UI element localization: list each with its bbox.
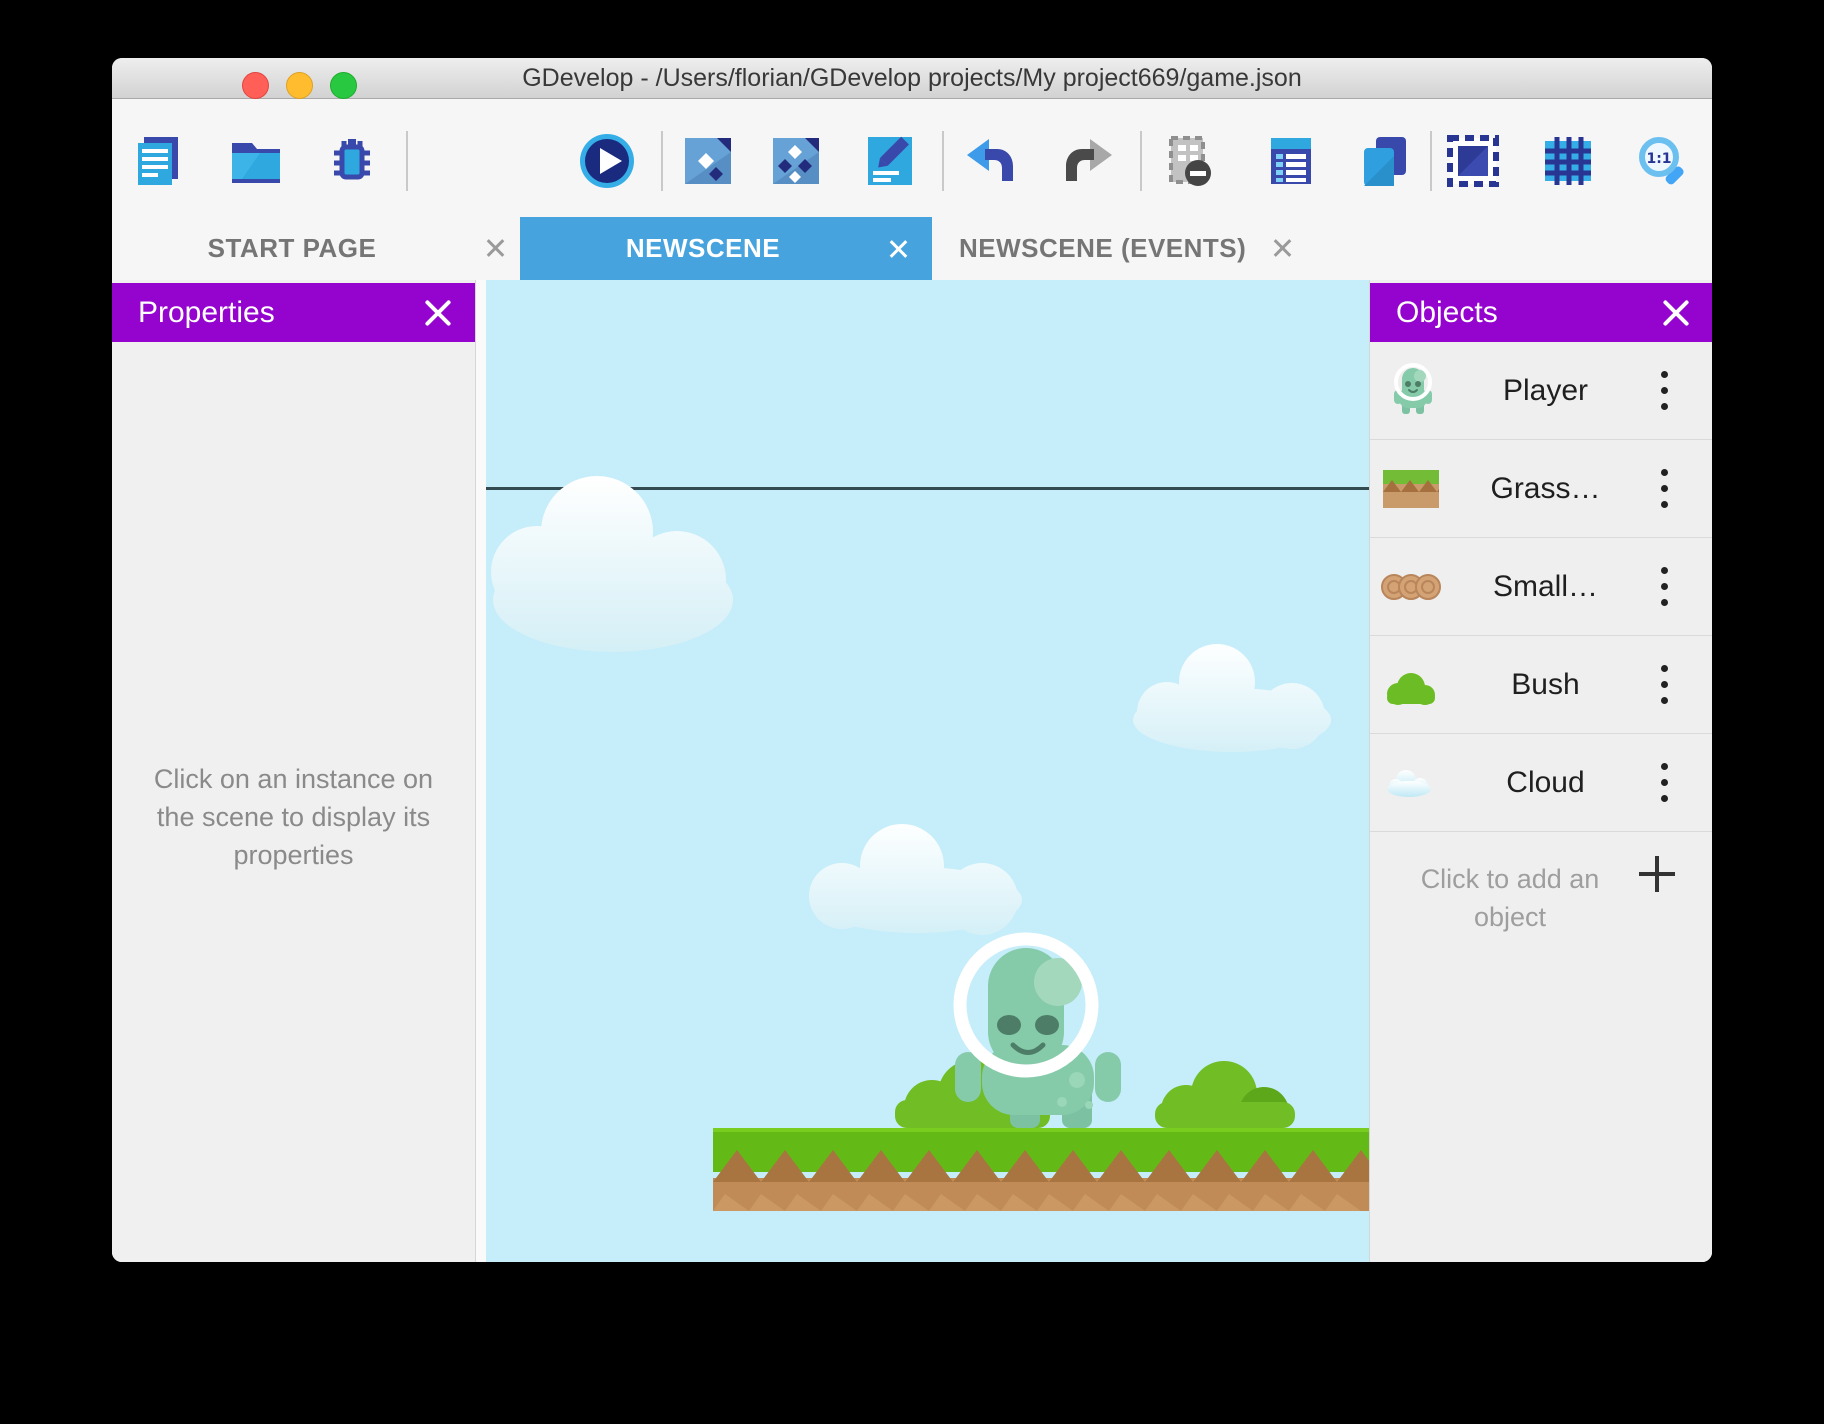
object-menu-icon[interactable] [1649, 363, 1679, 419]
edit-scene-properties-icon[interactable] [862, 133, 918, 189]
add-object-button[interactable]: Click to add an object [1370, 848, 1712, 958]
close-tab-icon[interactable] [483, 236, 507, 260]
object-row-player[interactable]: Player [1370, 342, 1712, 440]
cloud-object-icon [1380, 752, 1442, 814]
cloud-instance[interactable] [491, 476, 733, 652]
tab-start-page[interactable]: START PAGE [172, 217, 412, 280]
bush-object-icon [1380, 654, 1442, 716]
edit-objects-icon[interactable] [768, 133, 824, 189]
edit-scene-icon[interactable] [680, 133, 736, 189]
bush-instance[interactable] [1155, 1061, 1295, 1137]
open-project-icon[interactable] [228, 133, 284, 189]
properties-hint: Click on an instance on the scene to dis… [112, 760, 475, 874]
tab-label: START PAGE [208, 233, 377, 264]
tab-newscene-events[interactable]: NEWSCENE (EVENTS) [959, 217, 1246, 280]
add-object-label: Click to add an object [1390, 860, 1630, 936]
grid-icon[interactable] [1540, 133, 1596, 189]
toolbar-separator [406, 131, 408, 191]
capture-disabled-icon[interactable] [1161, 133, 1217, 189]
play-icon[interactable] [579, 133, 635, 189]
tab-label: NEWSCENE [520, 233, 886, 264]
plus-icon[interactable] [1639, 856, 1675, 892]
debug-icon[interactable] [324, 133, 380, 189]
object-label: Bush [1442, 668, 1649, 702]
zoom-original-icon[interactable]: 1:1 [1635, 133, 1691, 189]
properties-header: Properties [112, 283, 475, 342]
object-row-bush[interactable]: Bush [1370, 636, 1712, 734]
object-label: Small… [1442, 570, 1649, 604]
undo-icon[interactable] [963, 133, 1019, 189]
title-bar[interactable]: GDevelop - /Users/florian/GDevelop proje… [112, 58, 1712, 99]
object-label: Grass… [1442, 472, 1649, 506]
close-icon[interactable] [421, 296, 455, 330]
object-menu-icon[interactable] [1649, 657, 1679, 713]
object-row-cloud[interactable]: Cloud [1370, 734, 1712, 832]
properties-title: Properties [112, 296, 421, 330]
cloud-instance[interactable] [1133, 644, 1331, 752]
object-label: Cloud [1442, 766, 1649, 800]
close-tab-icon[interactable] [1270, 236, 1294, 260]
main-area: Properties Click on an instance on the s… [112, 280, 1712, 1262]
new-file-icon[interactable] [130, 133, 186, 189]
main-toolbar: 1:1 [112, 99, 1712, 200]
small-object-icon [1380, 556, 1442, 618]
player-object-icon [1380, 360, 1442, 422]
close-icon[interactable] [1659, 296, 1693, 330]
objects-header: Objects [1370, 283, 1712, 342]
toolbar-separator [1430, 131, 1432, 191]
toolbar-separator [661, 131, 663, 191]
properties-panel: Properties Click on an instance on the s… [112, 280, 476, 1262]
window-title: GDevelop - /Users/florian/GDevelop proje… [112, 58, 1712, 98]
toolbar-separator [942, 131, 944, 191]
cloud-instance[interactable] [809, 824, 1022, 935]
object-menu-icon[interactable] [1649, 755, 1679, 811]
object-menu-icon[interactable] [1649, 559, 1679, 615]
gdevelop-window: GDevelop - /Users/florian/GDevelop proje… [112, 58, 1712, 1262]
objects-panel: Objects [1369, 280, 1712, 1262]
layers-icon[interactable] [1356, 133, 1412, 189]
object-row-small[interactable]: Small… [1370, 538, 1712, 636]
redo-icon[interactable] [1060, 133, 1116, 189]
objects-title: Objects [1370, 296, 1659, 330]
tab-newscene[interactable]: NEWSCENE [520, 217, 932, 280]
grass-object-icon [1380, 458, 1442, 520]
mask-icon[interactable] [1445, 133, 1501, 189]
close-tab-icon[interactable] [886, 237, 910, 261]
grass-platform-instance[interactable] [713, 1128, 1369, 1211]
svg-text:1:1: 1:1 [1646, 151, 1671, 167]
object-menu-icon[interactable] [1649, 461, 1679, 517]
toolbar-separator [1140, 131, 1142, 191]
editor-tabs: START PAGE NEWSCENE NEWSCENE (EVENTS) [112, 200, 1712, 280]
panel-resize-gutter[interactable] [476, 280, 486, 1262]
object-label: Player [1442, 374, 1649, 408]
object-row-grass[interactable]: Grass… [1370, 440, 1712, 538]
scene-canvas[interactable] [486, 280, 1369, 1262]
instances-list-icon[interactable] [1263, 133, 1319, 189]
tab-label: NEWSCENE (EVENTS) [959, 233, 1246, 264]
